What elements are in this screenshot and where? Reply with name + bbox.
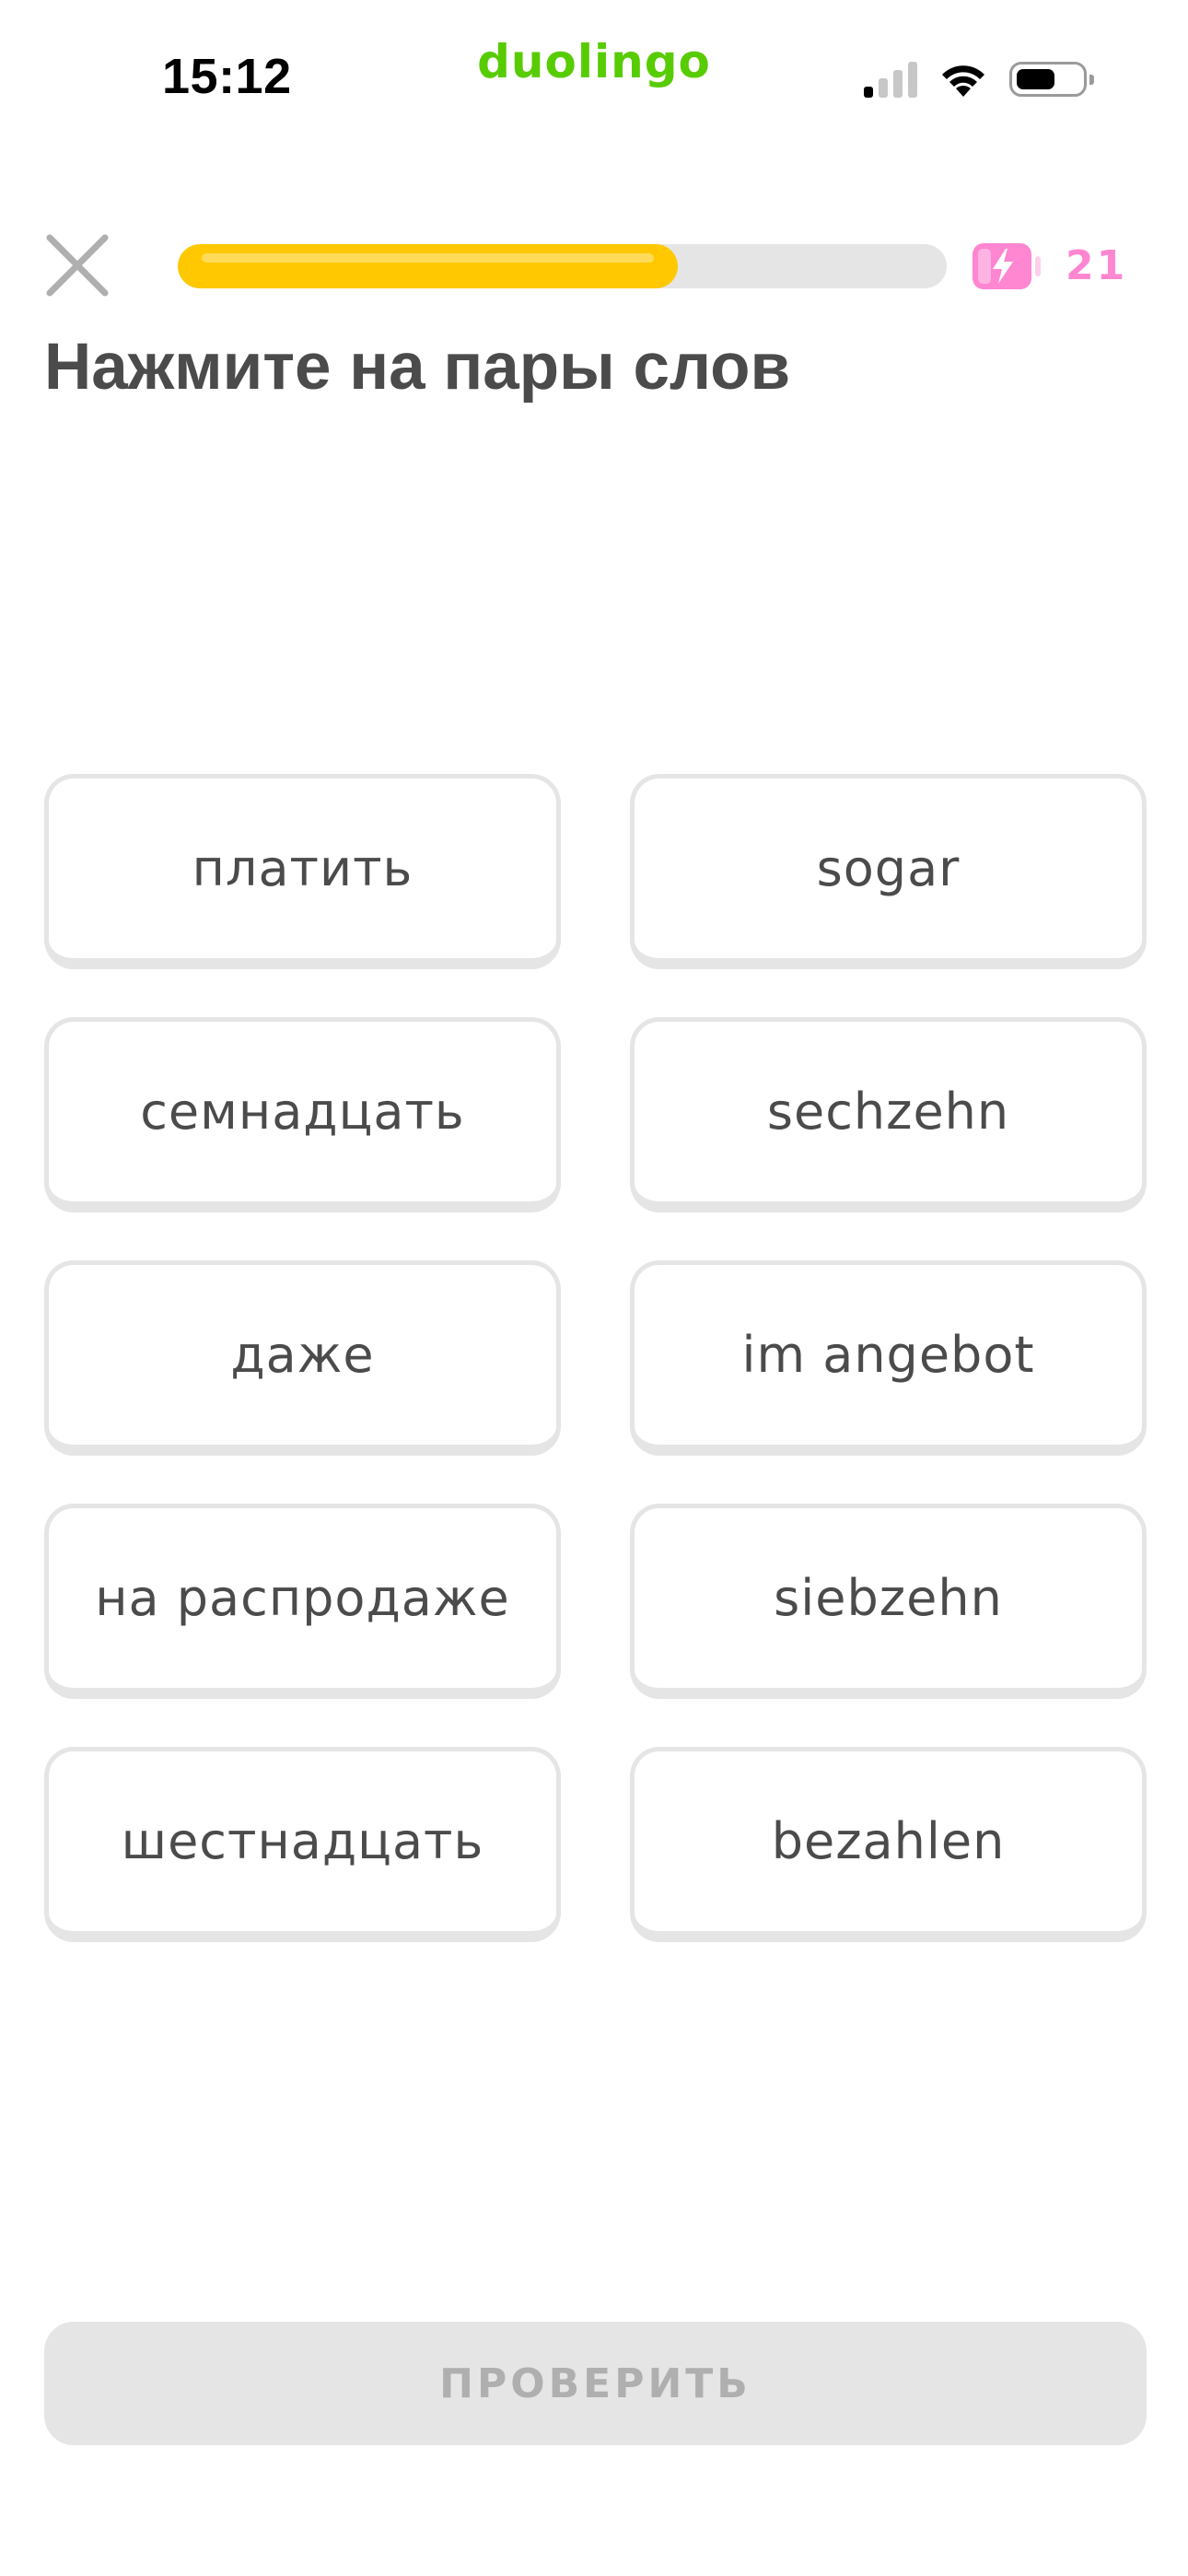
- word-tile-right[interactable]: bezahlen: [630, 1747, 1147, 1942]
- word-tile-left[interactable]: платить: [44, 774, 561, 969]
- close-lesson-button[interactable]: [44, 232, 111, 299]
- word-tile-right[interactable]: sogar: [630, 774, 1147, 969]
- word-tiles-grid: платить sogar семнадцать sechzehn даже i…: [44, 774, 1147, 1942]
- lesson-progress-fill: [178, 244, 678, 288]
- progress-shine: [202, 253, 654, 263]
- wifi-icon: [942, 65, 984, 97]
- lesson-progress-bar: [178, 244, 947, 288]
- status-icons: [864, 57, 1094, 101]
- word-tile-right[interactable]: im angebot: [630, 1260, 1147, 1456]
- close-icon: [46, 234, 109, 297]
- word-tile-left[interactable]: на распродаже: [44, 1504, 561, 1699]
- battery-icon: [1009, 62, 1094, 97]
- word-tile-left[interactable]: шестнадцать: [44, 1747, 561, 1942]
- battery-level: [1017, 69, 1054, 89]
- status-bar: 15:12 duolingo: [0, 0, 1188, 157]
- signal-bar: [864, 87, 873, 98]
- word-tile-right[interactable]: sechzehn: [630, 1017, 1147, 1212]
- signal-bar: [908, 62, 917, 98]
- signal-bar: [879, 78, 888, 98]
- word-tile-left[interactable]: семнадцать: [44, 1017, 561, 1212]
- energy-battery-icon: [973, 243, 1041, 289]
- check-button[interactable]: ПРОВЕРИТЬ: [44, 2322, 1147, 2445]
- prompt-title: Нажмите на пары слов: [44, 331, 791, 404]
- battery-tip: [1089, 75, 1094, 85]
- signal-bar: [893, 70, 903, 98]
- cellular-signal-icon: [864, 61, 917, 98]
- word-tile-left[interactable]: даже: [44, 1260, 561, 1456]
- energy-count: 21: [1066, 242, 1128, 289]
- word-tile-right[interactable]: siebzehn: [630, 1504, 1147, 1699]
